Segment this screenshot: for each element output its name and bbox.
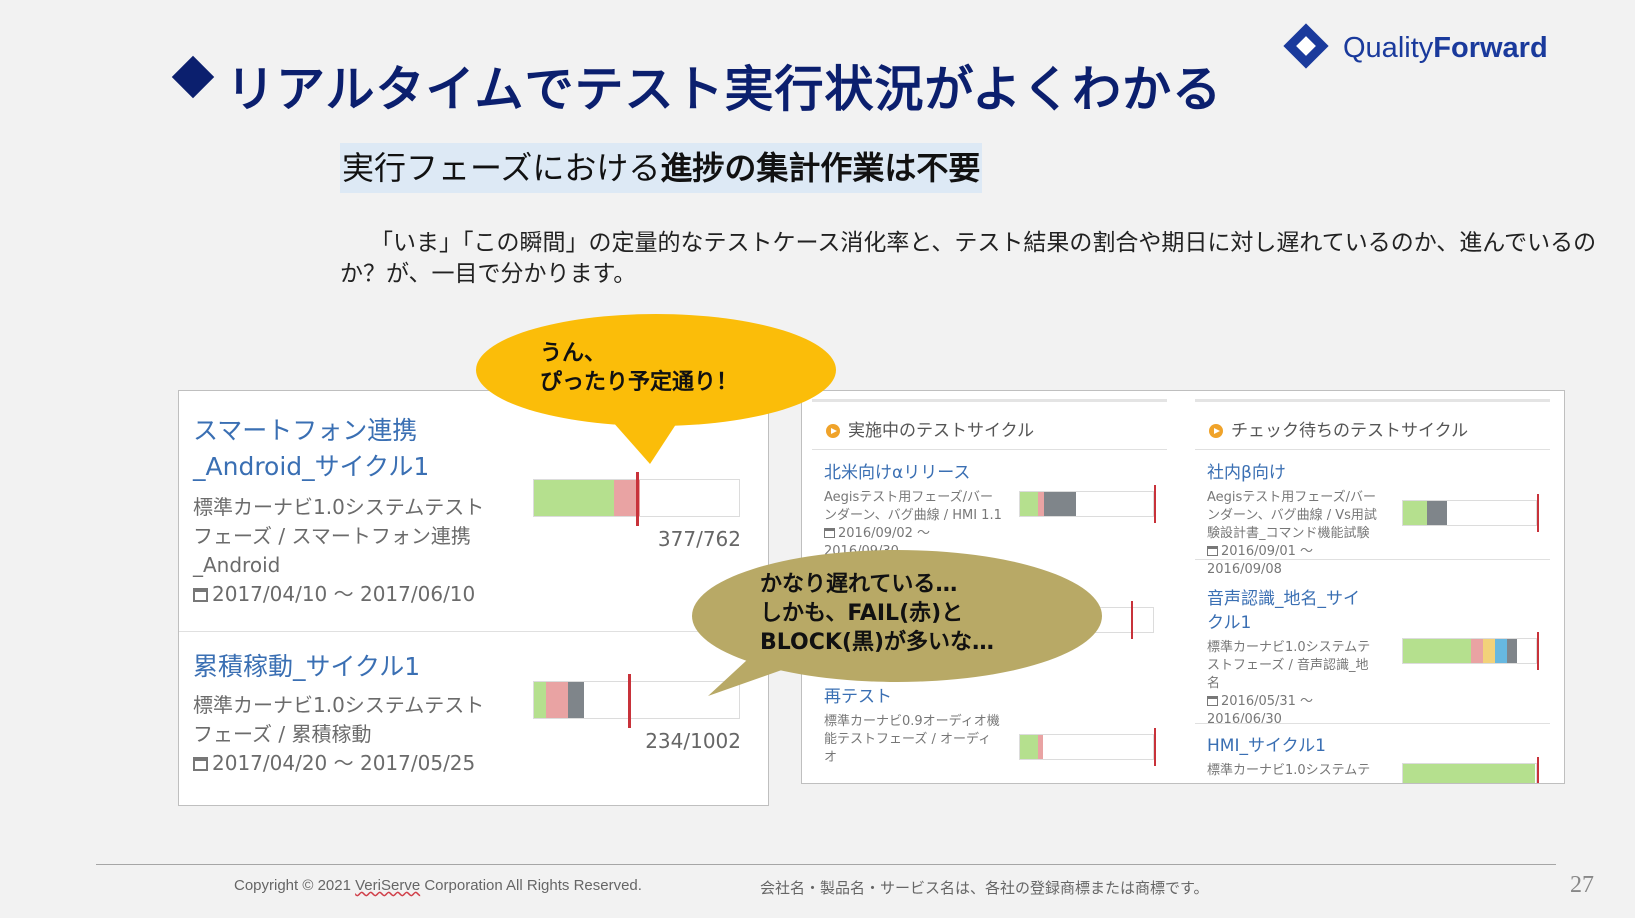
cycle-dates: 2017/04/10 〜 2017/06/10: [193, 580, 498, 609]
cycle-phase-text: Aegisテスト用フェーズ/バーンダーン、バグ曲線 / Vs用試験設計書_コマン…: [1207, 490, 1377, 541]
quality-forward-logo-icon: [1283, 23, 1329, 69]
cycle-phase-text: 標準カーナビ1.0システムテストフェーズ / 累積稼動: [193, 693, 485, 746]
cycle-dates: 2016/09/01 〜 2016/09/08: [1207, 544, 1314, 577]
fail-segment: [546, 682, 568, 718]
logo-text: QualityForward: [1343, 32, 1548, 64]
progress-bar: [1402, 638, 1537, 664]
cycle-phase-text: Aegisテスト用フェーズ/バーンダーン、バグ曲線 / HMI 1.1: [824, 490, 1002, 523]
deadline-marker: [1154, 728, 1156, 766]
cycle-item: 北米向けαリリース Aegisテスト用フェーズ/バーンダーン、バグ曲線 / HM…: [824, 461, 1004, 561]
pass-segment: [1403, 764, 1535, 783]
trademark-notice: 会社名・製品名・サービス名は、各社の登録商標または商標です。: [760, 879, 1209, 897]
deadline-marker: [1537, 494, 1539, 532]
calendar-icon: [1207, 546, 1218, 556]
play-circle-icon: [1209, 424, 1223, 438]
progress-bar: [1019, 734, 1154, 760]
calendar-icon: [193, 588, 208, 602]
in-progress-header: 実施中のテストサイクル: [826, 416, 1034, 441]
progress-bar: [1402, 763, 1537, 783]
pass-segment: [1403, 501, 1427, 525]
subtitle: 実行フェーズにおける進捗の集計作業は不要: [340, 143, 983, 193]
fail-segment: [1471, 639, 1483, 663]
cycle-item: HMI_サイクル1 標準カーナビ1.0システムテ: [1207, 734, 1372, 780]
cycle-item: 社内β向け Aegisテスト用フェーズ/バーンダーン、バグ曲線 / Vs用試験設…: [1207, 461, 1377, 579]
item-divider: [1195, 723, 1550, 724]
cycle-title-link[interactable]: 累積稼動_サイクル1: [193, 649, 498, 685]
awaiting-check-header: チェック待ちのテストサイクル: [1209, 416, 1468, 441]
progress-bar: [1019, 491, 1154, 517]
description: 「いま」「この瞬間」の定量的なテストケース消化率と、テスト結果の割合や期日に対し…: [340, 230, 1597, 287]
block-segment: [568, 682, 584, 718]
olive-bubble-text: かなり遅れている… しかも、FAIL(赤)と BLOCK(黒)が多いな…: [760, 572, 995, 655]
cycle-phase-text: 標準カーナビ0.9オーディオ機能テストフェーズ / オーディオ: [824, 714, 1000, 765]
pass-segment: [1020, 735, 1038, 759]
pass-segment: [1403, 639, 1471, 663]
pass-segment: [534, 682, 546, 718]
cycle-phase-text: 標準カーナビ1.0システムテ: [1207, 763, 1371, 778]
cycle-card-2: 累積稼動_サイクル1 標準カーナビ1.0システムテストフェーズ / 累積稼動 2…: [193, 649, 498, 778]
deadline-marker: [628, 674, 631, 728]
cycle-dates: 2017/04/20 〜 2017/05/25: [193, 749, 498, 778]
copyright-text: Copyright © 2021 VeriServe Corporation A…: [234, 877, 642, 894]
yellow-bubble-text: うん、 ぴったり予定通り！: [540, 341, 739, 395]
calendar-icon: [193, 757, 208, 771]
pass-segment: [1020, 492, 1038, 516]
footer-divider: [96, 864, 1556, 865]
deadline-marker: [1131, 601, 1133, 639]
deadline-marker: [1537, 632, 1539, 670]
cycle-card-1: スマートフォン連携_Android_サイクル1 標準カーナビ1.0システムテスト…: [193, 413, 498, 609]
calendar-icon: [1207, 696, 1218, 706]
block-segment: [1044, 492, 1076, 516]
cycle-title-link[interactable]: スマートフォン連携_Android_サイクル1: [193, 413, 498, 485]
page-title: リアルタイムでテスト実行状況がよくわかる: [226, 61, 1223, 118]
column-top-rule: [1195, 399, 1550, 402]
header-divider: [812, 449, 1167, 450]
cycle-item: 音声認識_地名_サイクル1 標準カーナビ1.0システムテストフェーズ / 音声認…: [1207, 587, 1372, 729]
calendar-icon: [824, 528, 835, 538]
cycle-title-link[interactable]: 社内β向け: [1207, 461, 1377, 485]
column-top-rule: [812, 399, 1167, 402]
page-number: 27: [1570, 872, 1594, 898]
block-segment: [1507, 639, 1517, 663]
cycle-phase-text: 標準カーナビ1.0システムテストフェーズ / 音声認識_地名: [1207, 640, 1371, 691]
progress-count: 234/1002: [645, 729, 741, 753]
cycle-title-link[interactable]: 音声認識_地名_サイクル1: [1207, 587, 1372, 635]
cycle-phase-text: 標準カーナビ1.0システムテストフェーズ / スマートフォン連携_Android: [193, 495, 485, 577]
deadline-marker: [636, 472, 639, 526]
block-segment: [1427, 501, 1447, 525]
fail-segment: [1038, 735, 1043, 759]
header-divider: [1195, 449, 1550, 450]
progress-bar: [1402, 500, 1537, 526]
cycle-title-link[interactable]: HMI_サイクル1: [1207, 734, 1372, 758]
deadline-marker: [1537, 757, 1539, 783]
other-segment: [1483, 639, 1495, 663]
item-divider: [1195, 559, 1550, 560]
deadline-marker: [1154, 485, 1156, 523]
pass-segment: [534, 480, 614, 516]
title-diamond-bullet: [171, 55, 215, 99]
cycle-title-link[interactable]: 北米向けαリリース: [824, 461, 1004, 485]
other-segment: [1495, 639, 1507, 663]
